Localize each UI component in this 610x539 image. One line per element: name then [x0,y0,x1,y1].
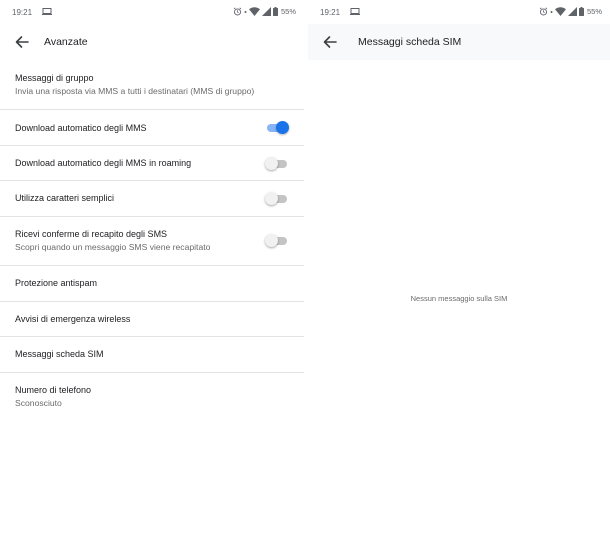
app-bar: Avanzate [0,24,304,60]
cell-signal-icon [567,7,577,16]
setting-title: Messaggi scheda SIM [15,349,104,359]
advanced-settings-screen: 19:21 55% Avanzate Messaggi di gruppo In… [0,0,304,539]
setting-phone-number[interactable]: Numero di telefono Sconosciuto [0,373,304,421]
setting-wireless-emergency-alerts[interactable]: Avvisi di emergenza wireless [0,302,304,337]
screen-cast-icon [350,8,360,15]
status-icons: 55% [539,7,602,16]
setting-title: Protezione antispam [15,278,98,288]
setting-title: Utilizza caratteri semplici [15,193,115,203]
setting-title: Download automatico degli MMS [15,123,147,133]
setting-auto-download-mms[interactable]: Download automatico degli MMS [0,110,304,146]
back-arrow-icon[interactable] [322,34,338,50]
screen-cast-icon [42,8,52,15]
setting-title: Messaggi di gruppo [15,73,94,83]
sms-delivery-reports-toggle[interactable] [265,234,289,248]
setting-title: Numero di telefono [15,385,92,395]
auto-download-mms-toggle[interactable] [265,121,289,135]
setting-spam-protection[interactable]: Protezione antispam [0,266,304,302]
setting-auto-download-mms-roaming[interactable]: Download automatico degli MMS in roaming [0,146,304,181]
setting-group-messaging[interactable]: Messaggi di gruppo Invia una risposta vi… [0,62,304,110]
setting-sim-card-messages[interactable]: Messaggi scheda SIM [0,337,304,373]
battery-percentage: 55% [586,7,602,16]
setting-sms-delivery-reports[interactable]: Ricevi conferme di recapito degli SMS Sc… [0,217,304,266]
sim-messages-screen: 19:21 55% Messaggi scheda SIM Nessun mes… [308,0,610,539]
status-time: 19:21 [12,8,33,17]
setting-title: Avvisi di emergenza wireless [15,314,131,324]
status-bar: 19:21 55% [308,0,610,24]
battery-percentage: 55% [280,7,296,16]
battery-icon [272,7,278,16]
status-icons: 55% [233,7,296,16]
setting-title: Ricevi conferme di recapito degli SMS [15,229,168,239]
wifi-icon [554,7,566,16]
back-arrow-icon[interactable] [14,34,30,50]
cell-signal-icon [261,7,271,16]
data-dot-icon [244,11,247,13]
data-dot-icon [550,11,553,13]
alarm-clock-icon [539,7,548,16]
status-bar: 19:21 55% [0,0,304,24]
setting-subtitle: Invia una risposta via MMS a tutti i des… [15,86,255,96]
setting-subtitle: Scopri quando un messaggio SMS viene rec… [15,242,211,252]
page-title: Messaggi scheda SIM [358,36,462,48]
page-title: Avanzate [44,36,88,48]
setting-subtitle: Sconosciuto [15,398,62,408]
setting-title: Download automatico degli MMS in roaming [15,158,192,168]
battery-icon [578,7,584,16]
simple-characters-toggle[interactable] [265,192,289,206]
app-bar: Messaggi scheda SIM [308,24,610,60]
wifi-icon [248,7,260,16]
alarm-clock-icon [233,7,242,16]
empty-state-message: Nessun messaggio sulla SIM [410,294,508,303]
auto-download-mms-roaming-toggle[interactable] [265,157,289,171]
setting-simple-characters[interactable]: Utilizza caratteri semplici [0,181,304,217]
settings-list: Messaggi di gruppo Invia una risposta vi… [0,62,304,421]
status-time: 19:21 [320,8,341,17]
